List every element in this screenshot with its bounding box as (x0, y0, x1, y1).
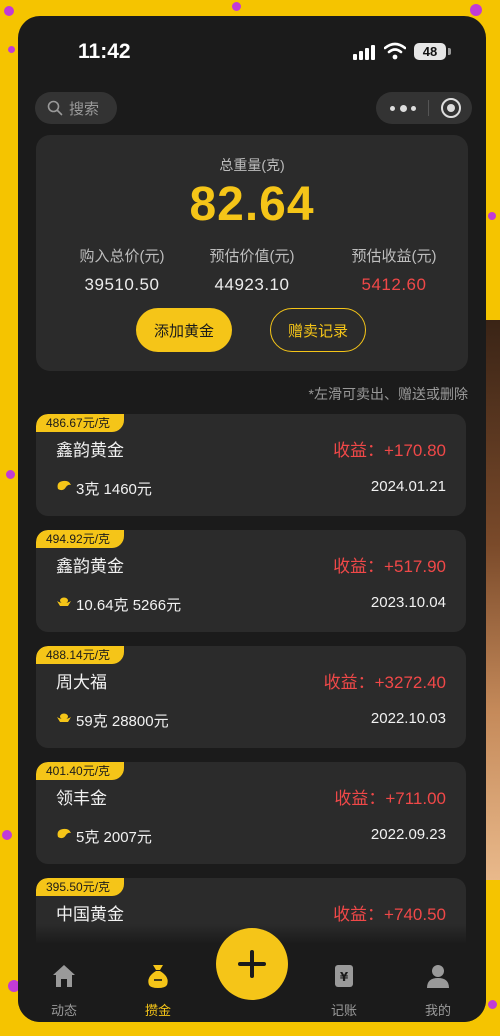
holding-brand: 中国黄金 (56, 905, 124, 924)
holding-profit: 收益：+170.80 (333, 441, 446, 460)
estimated-value-stat: 预估价值(元) 44923.10 (182, 245, 322, 295)
battery-nub (448, 48, 451, 55)
background-dot (2, 830, 12, 840)
phone-screen: 11:42 48 搜索 总重量(克) 82.64 购入总价(元) 39510.5… (18, 16, 486, 1022)
capsule-divider (428, 100, 429, 116)
holding-card[interactable]: 486.67元/克 鑫韵黄金 收益：+170.80 3克 1460元 2024.… (36, 414, 466, 516)
holding-weight-cost: 5克 2007元 (76, 829, 152, 846)
total-weight-value: 82.64 (189, 178, 315, 231)
tab-mine[interactable]: 我的 (408, 944, 468, 1022)
estimated-value-label: 预估价值(元) (209, 248, 295, 265)
holding-brand: 周大福 (56, 673, 107, 692)
background-dot (4, 6, 14, 16)
estimated-profit-stat: 预估收益(元) 5412.60 (324, 245, 464, 295)
unit-price-tag: 401.40元/克 (36, 762, 125, 780)
home-icon (53, 965, 75, 987)
holding-card[interactable]: 494.92元/克 鑫韵黄金 收益：+517.90 10.64克 5266元 2… (36, 530, 466, 632)
background-dot (488, 1000, 497, 1009)
summary-card: 总重量(克) 82.64 购入总价(元) 39510.50 预估价值(元) 44… (36, 135, 468, 371)
holding-weight-cost: 59克 28800元 (76, 713, 169, 730)
unit-price-tag: 486.67元/克 (36, 414, 125, 432)
background-photo-strip (486, 320, 500, 880)
estimated-profit-value: 5412.60 (361, 275, 427, 294)
close-target-icon[interactable] (441, 98, 461, 118)
total-weight-label: 总重量(克) (219, 157, 285, 173)
holding-profit: 收益：+517.90 (333, 557, 446, 576)
background-dot (6, 470, 15, 479)
status-time: 11:42 (78, 40, 131, 63)
holding-weight-cost: 10.64克 5266元 (76, 597, 182, 614)
gold-ingot-icon (57, 597, 71, 606)
holding-date: 2022.10.03 (370, 710, 446, 727)
tab-label: 我的 (424, 1003, 451, 1018)
gold-bean-icon (57, 828, 71, 839)
add-gold-button[interactable]: 添加黄金 (136, 308, 232, 352)
holding-profit: 收益：+740.50 (333, 905, 446, 924)
holding-date: 2023.10.04 (370, 594, 446, 611)
add-record-fab[interactable] (216, 928, 288, 1000)
holding-profit: 收益：+3272.40 (323, 673, 446, 692)
battery-indicator: 48 (414, 43, 446, 60)
unit-price-tag: 494.92元/克 (36, 530, 125, 548)
svg-text:¥: ¥ (340, 970, 349, 984)
search-button[interactable]: 搜索 (35, 92, 117, 124)
purchase-total-value: 39510.50 (84, 275, 160, 294)
holding-brand: 鑫韵黄金 (56, 557, 124, 576)
purchase-total-stat: 购入总价(元) 39510.50 (52, 245, 192, 295)
background-dot (470, 4, 482, 16)
estimated-value-value: 44923.10 (214, 275, 290, 294)
more-icon[interactable] (390, 92, 416, 124)
miniprogram-capsule (376, 92, 472, 124)
wifi-icon (384, 42, 406, 60)
holding-card[interactable]: 488.14元/克 周大福 收益：+3272.40 59克 28800元 202… (36, 646, 466, 748)
tab-feed[interactable]: 动态 (34, 944, 94, 1022)
tab-label: 记账 (330, 1003, 357, 1018)
holding-brand: 鑫韵黄金 (56, 441, 124, 460)
estimated-profit-label: 预估收益(元) (351, 248, 437, 265)
search-label: 搜索 (69, 100, 100, 118)
gold-ingot-icon (57, 713, 71, 722)
signal-icon (353, 44, 375, 60)
unit-price-tag: 488.14元/克 (36, 646, 125, 664)
status-bar: 11:42 48 (18, 16, 486, 86)
tab-label: 攒金 (144, 1003, 171, 1018)
ledger-icon: ¥ (335, 965, 353, 987)
tab-save-gold[interactable]: 攒金 (128, 944, 188, 1022)
holding-weight-cost: 3克 1460元 (76, 481, 152, 498)
background-dot (8, 46, 15, 53)
purchase-total-label: 购入总价(元) (79, 248, 165, 265)
swipe-hint: *左滑可卖出、赠送或删除 (308, 386, 468, 402)
gift-sell-record-button[interactable]: 赠卖记录 (270, 308, 366, 352)
unit-price-tag: 395.50元/克 (36, 878, 125, 896)
tab-label: 动态 (50, 1003, 77, 1018)
holding-profit: 收益：+711.00 (334, 789, 446, 808)
holding-date: 2022.09.23 (370, 826, 446, 843)
background-dot (232, 2, 241, 11)
tab-ledger[interactable]: ¥ 记账 (314, 944, 374, 1022)
holding-card[interactable]: 401.40元/克 领丰金 收益：+711.00 5克 2007元 2022.0… (36, 762, 466, 864)
money-bag-icon (148, 965, 168, 988)
gold-bean-icon (57, 480, 71, 491)
search-icon (47, 100, 63, 116)
background-dot (488, 212, 496, 220)
holding-date: 2024.01.21 (370, 478, 446, 495)
holding-brand: 领丰金 (56, 789, 107, 808)
user-icon (427, 965, 449, 988)
